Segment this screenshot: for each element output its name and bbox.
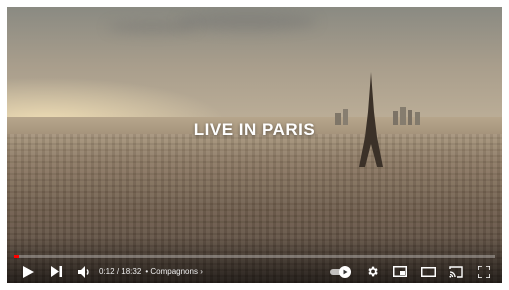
time-display: 0:12 / 18:32 <box>99 267 141 276</box>
miniplayer-button[interactable] <box>392 262 408 282</box>
autoplay-toggle[interactable] <box>330 262 352 282</box>
cloud <box>107 21 197 33</box>
duration: 18:32 <box>121 267 142 276</box>
chapter-dot: • <box>145 267 149 276</box>
gear-icon <box>367 266 378 277</box>
skip-next-icon <box>50 266 62 277</box>
player-controls: 0:12 / 18:32 • Compagnons › <box>7 260 502 283</box>
chevron-right-icon: › <box>200 267 203 276</box>
autoplay-icon <box>330 265 351 278</box>
play-button[interactable] <box>21 262 35 282</box>
fullscreen-icon <box>478 265 490 278</box>
next-button[interactable] <box>49 262 63 282</box>
play-icon <box>22 265 34 278</box>
theater-mode-icon <box>420 266 436 277</box>
theater-mode-button[interactable] <box>420 262 436 282</box>
chapter-label: Compagnons <box>150 267 198 276</box>
time-separator: / <box>116 267 120 276</box>
video-player[interactable]: LIVE IN PARIS 0:12 / 18:32 • Compagnons … <box>7 7 502 283</box>
current-time: 0:12 <box>99 267 115 276</box>
volume-icon <box>77 265 89 278</box>
progress-played <box>14 255 20 258</box>
settings-button[interactable] <box>364 262 380 282</box>
chapter-button[interactable]: • Compagnons › <box>145 267 203 276</box>
cast-icon <box>449 265 463 278</box>
fullscreen-button[interactable] <box>476 262 492 282</box>
mute-button[interactable] <box>77 262 91 282</box>
miniplayer-icon <box>393 266 407 277</box>
cast-button[interactable] <box>448 262 464 282</box>
progress-bar[interactable] <box>14 255 495 258</box>
cloud <box>177 13 317 31</box>
video-overlay-title: LIVE IN PARIS <box>193 120 316 139</box>
